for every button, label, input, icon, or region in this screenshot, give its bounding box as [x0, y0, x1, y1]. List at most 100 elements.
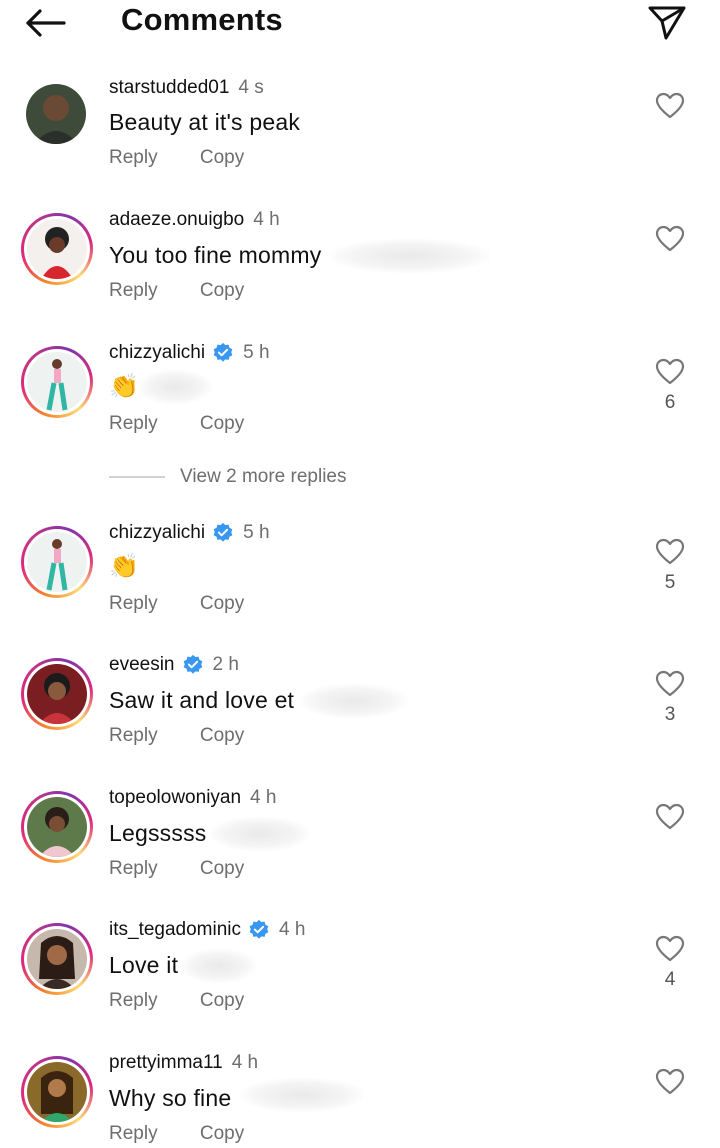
arrow-left-icon [26, 9, 66, 37]
avatar[interactable] [21, 1056, 93, 1128]
timestamp: 2 h [212, 654, 239, 675]
timestamp: 4 h [250, 787, 277, 808]
avatar[interactable] [21, 213, 93, 285]
comment-text: 👏 [109, 552, 140, 580]
comment-header: eveesin 2 h [109, 654, 239, 676]
comment-item: chizzyalichi 5 h 👏 Reply Copy 6 [0, 338, 720, 458]
reply-button[interactable]: Reply [109, 147, 158, 169]
comment-header: starstudded01 4 s [109, 77, 264, 99]
username[interactable]: eveesin [109, 654, 175, 676]
copy-button[interactable]: Copy [200, 280, 244, 302]
share-button[interactable] [646, 2, 688, 42]
comment-item: starstudded01 4 s Beauty at it's peak Re… [0, 72, 720, 192]
reply-button[interactable]: Reply [109, 413, 158, 435]
heart-icon [655, 538, 685, 565]
copy-button[interactable]: Copy [200, 147, 244, 169]
timestamp: 5 h [243, 522, 270, 543]
username[interactable]: its_tegadominic [109, 919, 241, 941]
comment-actions: Reply Copy [109, 990, 244, 1012]
view-more-replies[interactable]: View 2 more replies [109, 466, 347, 488]
comment-item: topeolowoniyan 4 h Legsssss Reply Copy [0, 783, 720, 903]
reply-button[interactable]: Reply [109, 725, 158, 747]
timestamp: 4 h [253, 209, 280, 230]
view-more-label: View 2 more replies [180, 466, 347, 487]
copy-button[interactable]: Copy [200, 1123, 244, 1145]
back-button[interactable] [24, 4, 70, 42]
comment-actions: Reply Copy [109, 725, 244, 747]
comment-header: chizzyalichi 5 h [109, 342, 270, 364]
username[interactable]: chizzyalichi [109, 342, 205, 364]
like-button[interactable] [653, 670, 687, 703]
reply-button[interactable]: Reply [109, 280, 158, 302]
comment-header: adaeze.onuigbo 4 h [109, 209, 280, 231]
avatar[interactable] [21, 658, 93, 730]
copy-button[interactable]: Copy [200, 990, 244, 1012]
username[interactable]: prettyimma11 [109, 1052, 223, 1074]
timestamp: 4 s [238, 77, 264, 98]
like-button[interactable] [653, 358, 687, 391]
comment-item: chizzyalichi 5 h 👏 Reply Copy 5 [0, 518, 720, 638]
comment-text: Why so fine [109, 1085, 232, 1111]
comment-item: eveesin 2 h Saw it and love et Reply Cop… [0, 650, 720, 770]
blurred-content [300, 684, 408, 718]
heart-icon [655, 803, 685, 830]
like-button[interactable] [653, 1068, 687, 1101]
comment-text: Legsssss [109, 820, 207, 846]
comment-actions: Reply Copy [109, 593, 244, 615]
comment-item: prettyimma11 4 h Why so fine Reply Copy [0, 1048, 720, 1148]
comment-header: prettyimma11 4 h [109, 1052, 258, 1074]
comment-actions: Reply Copy [109, 858, 244, 880]
comment-actions: Reply Copy [109, 280, 244, 302]
heart-icon [655, 1068, 685, 1095]
heart-icon [655, 670, 685, 697]
username[interactable]: starstudded01 [109, 77, 229, 99]
username[interactable]: topeolowoniyan [109, 787, 241, 809]
like-button[interactable] [653, 803, 687, 836]
like-count: 6 [664, 392, 676, 413]
comment-text: 👏 [109, 372, 140, 400]
copy-button[interactable]: Copy [200, 593, 244, 615]
avatar[interactable] [21, 526, 93, 598]
copy-button[interactable]: Copy [200, 725, 244, 747]
reply-button[interactable]: Reply [109, 593, 158, 615]
blurred-content [330, 239, 490, 273]
comment-actions: Reply Copy [109, 147, 244, 169]
timestamp: 5 h [243, 342, 270, 363]
comment-text: Beauty at it's peak [109, 109, 301, 135]
username[interactable]: adaeze.onuigbo [109, 209, 244, 231]
copy-button[interactable]: Copy [200, 858, 244, 880]
like-button[interactable] [653, 225, 687, 258]
comment-actions: Reply Copy [109, 1123, 244, 1145]
copy-button[interactable]: Copy [200, 413, 244, 435]
heart-icon [655, 225, 685, 252]
comment-item: adaeze.onuigbo 4 h You too fine mommy Re… [0, 205, 720, 325]
reply-button[interactable]: Reply [109, 990, 158, 1012]
blurred-content [240, 1078, 364, 1112]
avatar[interactable] [21, 923, 93, 995]
comment-text: You too fine mommy [109, 242, 322, 268]
divider [109, 476, 165, 478]
heart-icon [655, 358, 685, 385]
like-button[interactable] [653, 538, 687, 571]
username[interactable]: chizzyalichi [109, 522, 205, 544]
reply-button[interactable]: Reply [109, 858, 158, 880]
verified-badge-icon [183, 654, 202, 674]
reply-button[interactable]: Reply [109, 1123, 158, 1145]
like-count: 3 [664, 704, 676, 725]
comment-text: Love it [109, 952, 179, 978]
comment-actions: Reply Copy [109, 413, 244, 435]
avatar[interactable] [21, 791, 93, 863]
timestamp: 4 h [231, 1052, 259, 1073]
avatar[interactable] [21, 346, 93, 418]
timestamp: 4 h [279, 919, 306, 940]
comment-item: its_tegadominic 4 h Love it Reply Copy 4 [0, 915, 720, 1035]
comment-header: its_tegadominic 4 h [109, 919, 305, 941]
comments-screen: Comments starstudded01 4 s Beauty at it'… [0, 0, 720, 1148]
like-button[interactable] [653, 935, 687, 968]
heart-icon [655, 935, 685, 962]
comment-header: chizzyalichi 5 h [109, 522, 270, 544]
blurred-content [182, 949, 256, 983]
like-button[interactable] [653, 92, 687, 125]
blurred-content [138, 370, 212, 404]
avatar[interactable] [26, 84, 86, 144]
